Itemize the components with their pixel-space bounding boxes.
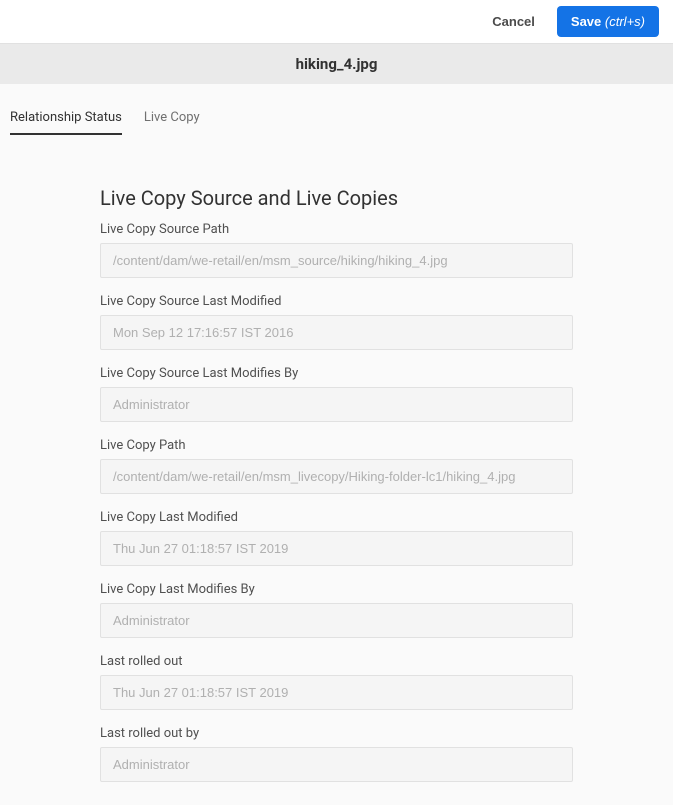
field-live-copy-path: Live Copy Path	[100, 438, 573, 494]
page-title: hiking_4.jpg	[296, 55, 378, 73]
label-last-rolled-out-by: Last rolled out by	[100, 726, 573, 741]
label-live-copy-modified-by: Live Copy Last Modifies By	[100, 582, 573, 597]
tabs: Relationship Status Live Copy	[0, 102, 673, 136]
input-last-rolled-out	[100, 675, 573, 710]
input-live-copy-path	[100, 459, 573, 494]
tab-relationship-status[interactable]: Relationship Status	[10, 102, 122, 135]
header-bar: Cancel Save (ctrl+s)	[0, 0, 673, 44]
field-source-path: Live Copy Source Path	[100, 222, 573, 278]
save-label: Save	[571, 14, 601, 29]
form-section: Live Copy Source and Live Copies Live Co…	[0, 136, 673, 805]
input-source-modified-by	[100, 387, 573, 422]
input-source-path	[100, 243, 573, 278]
cancel-button[interactable]: Cancel	[488, 6, 539, 37]
field-live-copy-last-modified: Live Copy Last Modified	[100, 510, 573, 566]
field-last-rolled-out-by: Last rolled out by	[100, 726, 573, 782]
label-source-modified-by: Live Copy Source Last Modifies By	[100, 366, 573, 381]
label-source-path: Live Copy Source Path	[100, 222, 573, 237]
section-title-source: Live Copy Source and Live Copies	[100, 186, 573, 210]
title-bar: hiking_4.jpg	[0, 44, 673, 84]
field-live-copy-modified-by: Live Copy Last Modifies By	[100, 582, 573, 638]
input-source-last-modified	[100, 315, 573, 350]
label-source-last-modified: Live Copy Source Last Modified	[100, 294, 573, 309]
field-last-rolled-out: Last rolled out	[100, 654, 573, 710]
save-shortcut: (ctrl+s)	[605, 14, 645, 29]
input-last-rolled-out-by	[100, 747, 573, 782]
field-source-last-modified: Live Copy Source Last Modified	[100, 294, 573, 350]
label-live-copy-path: Live Copy Path	[100, 438, 573, 453]
input-live-copy-last-modified	[100, 531, 573, 566]
main-content[interactable]: Relationship Status Live Copy Live Copy …	[0, 84, 673, 805]
save-button[interactable]: Save (ctrl+s)	[557, 6, 659, 37]
tab-live-copy[interactable]: Live Copy	[144, 102, 200, 135]
label-last-rolled-out: Last rolled out	[100, 654, 573, 669]
field-source-modified-by: Live Copy Source Last Modifies By	[100, 366, 573, 422]
input-live-copy-modified-by	[100, 603, 573, 638]
label-live-copy-last-modified: Live Copy Last Modified	[100, 510, 573, 525]
